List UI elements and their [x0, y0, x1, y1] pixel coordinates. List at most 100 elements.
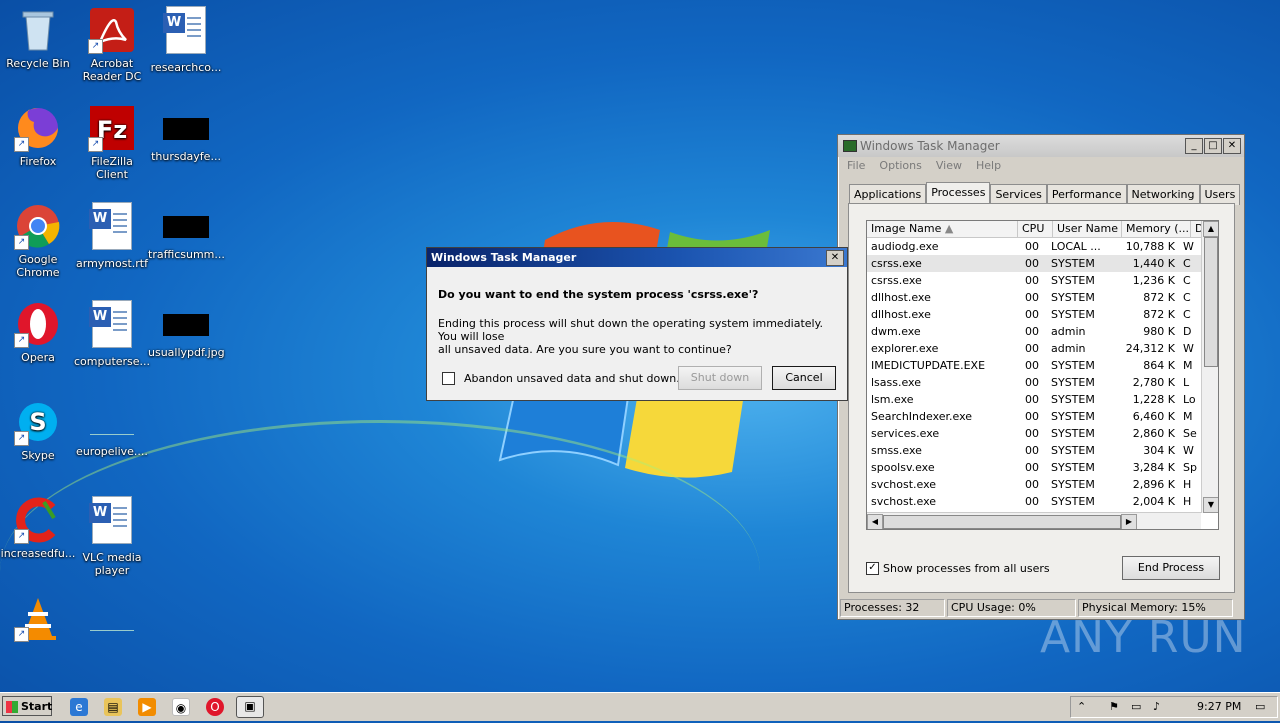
table-row[interactable]: csrss.exe 00 SYSTEM 1,440 K C: [867, 255, 1218, 272]
cell-cpu: 00: [1025, 359, 1039, 372]
vertical-scrollbar[interactable]: ▲ ▼: [1201, 221, 1218, 513]
cell-user: SYSTEM: [1051, 444, 1095, 457]
table-row[interactable]: smss.exe 00 SYSTEM 304 K W: [867, 442, 1218, 459]
table-row[interactable]: svchost.exe 00 SYSTEM 2,004 K H: [867, 493, 1218, 510]
volume-icon[interactable]: ♪: [1153, 700, 1160, 713]
start-button[interactable]: Start: [2, 696, 52, 716]
column-header-image-name[interactable]: Image Name ▲: [867, 221, 1018, 237]
tab-services[interactable]: Services: [990, 184, 1047, 205]
desktop-icon-chrome[interactable]: ↗ Google Chrome: [0, 202, 76, 279]
cell-name: csrss.exe: [871, 274, 922, 287]
desktop-icon-opera[interactable]: ↗ Opera: [0, 300, 76, 364]
cell-name: services.exe: [871, 427, 940, 440]
desktop-icon-europelive[interactable]: europelive....: [74, 398, 150, 458]
table-row[interactable]: lsass.exe 00 SYSTEM 2,780 K L: [867, 374, 1218, 391]
scroll-right-icon[interactable]: ▶: [1121, 514, 1137, 529]
table-row[interactable]: services.exe 00 SYSTEM 2,860 K Se: [867, 425, 1218, 442]
status-processes: Processes: 32: [840, 599, 945, 617]
desktop-icon-thursdayfe[interactable]: thursdayfe...: [148, 104, 224, 163]
network-icon[interactable]: ▭: [1131, 700, 1141, 713]
table-row[interactable]: spoolsv.exe 00 SYSTEM 3,284 K Sp: [867, 459, 1218, 476]
cell-mem: 1,228 K: [1132, 393, 1175, 406]
scroll-left-icon[interactable]: ◀: [867, 514, 883, 529]
process-table[interactable]: Image Name ▲ CPU User Name Memory (... D…: [866, 220, 1219, 530]
shutdown-button[interactable]: Shut down: [678, 366, 762, 390]
table-row[interactable]: SearchIndexer.exe 00 SYSTEM 6,460 K M: [867, 408, 1218, 425]
abandon-data-checkbox[interactable]: [442, 372, 455, 385]
skype-icon: S ↗: [14, 398, 62, 446]
cell-cpu: 00: [1025, 274, 1039, 287]
dialog-titlebar[interactable]: Windows Task Manager ✕: [427, 248, 847, 267]
show-hidden-icons-icon[interactable]: ⌃: [1077, 700, 1086, 713]
cancel-button[interactable]: Cancel: [772, 366, 836, 390]
scroll-thumb-horizontal[interactable]: [883, 515, 1121, 529]
tab-networking[interactable]: Networking: [1126, 184, 1200, 205]
horizontal-scrollbar[interactable]: ◀ ▶: [867, 512, 1201, 529]
internet-explorer-icon[interactable]: e: [70, 698, 88, 716]
desktop-icon-ccleaner[interactable]: ↗ increasedfu...: [0, 496, 76, 560]
desktop-icon-label: thursdayfe...: [151, 150, 221, 163]
redacted-thumbnail-icon: [163, 216, 209, 238]
desktop-icon-firefox[interactable]: ↗ Firefox: [0, 104, 76, 168]
chrome-taskbar-icon[interactable]: ◉: [172, 698, 190, 716]
file-explorer-icon[interactable]: ▤: [104, 698, 122, 716]
menu-view[interactable]: View: [936, 157, 962, 175]
table-row[interactable]: lsm.exe 00 SYSTEM 1,228 K Lo: [867, 391, 1218, 408]
table-row[interactable]: csrss.exe 00 SYSTEM 1,236 K C: [867, 272, 1218, 289]
cell-mem: 872 K: [1143, 291, 1175, 304]
desktop-icon-increasedfu[interactable]: W VLC media player: [74, 496, 150, 577]
task-manager-taskbar-icon[interactable]: ▣: [236, 696, 264, 718]
cell-user: SYSTEM: [1051, 495, 1095, 508]
scroll-up-icon[interactable]: ▲: [1203, 221, 1218, 237]
table-row[interactable]: dllhost.exe 00 SYSTEM 872 K C: [867, 306, 1218, 323]
end-process-confirm-dialog[interactable]: Windows Task Manager ✕ Do you want to en…: [426, 247, 848, 401]
desktop-icon-recycle-bin[interactable]: Recycle Bin: [0, 6, 76, 70]
show-all-processes-row[interactable]: ✓ Show processes from all users: [866, 562, 1050, 575]
table-row[interactable]: svchost.exe 00 SYSTEM 2,896 K H: [867, 476, 1218, 493]
end-process-button[interactable]: End Process: [1122, 556, 1220, 580]
tab-applications[interactable]: Applications: [849, 184, 927, 205]
maximize-button[interactable]: □: [1204, 138, 1222, 154]
column-header-memory[interactable]: Memory (...: [1122, 221, 1191, 237]
desktop-icon-jobscountri[interactable]: [74, 594, 150, 641]
minimize-button[interactable]: _: [1185, 138, 1203, 154]
desktop-icon-acrobat[interactable]: ↗ Acrobat Reader DC: [74, 6, 150, 83]
table-row[interactable]: explorer.exe 00 admin 24,312 K W: [867, 340, 1218, 357]
desktop-icon-vlc[interactable]: ↗: [0, 594, 76, 645]
cell-cpu: 00: [1025, 410, 1039, 423]
clock[interactable]: 9:27 PM: [1197, 700, 1241, 713]
tab-performance[interactable]: Performance: [1046, 184, 1127, 205]
task-manager-window[interactable]: Windows Task Manager _ □ ✕ File Options …: [837, 134, 1245, 620]
column-header-user-name[interactable]: User Name: [1053, 221, 1122, 237]
desktop-icon-filezilla[interactable]: Fz ↗ FileZilla Client: [74, 104, 150, 181]
table-row[interactable]: dllhost.exe 00 SYSTEM 872 K C: [867, 289, 1218, 306]
desktop-icon-trafficsumm[interactable]: trafficsumm...: [148, 202, 225, 261]
close-button[interactable]: ✕: [1223, 138, 1241, 154]
show-all-processes-checkbox[interactable]: ✓: [866, 562, 879, 575]
acrobat-reader-icon: ↗: [88, 6, 136, 54]
opera-taskbar-icon[interactable]: O: [206, 698, 224, 716]
table-row[interactable]: dwm.exe 00 admin 980 K D: [867, 323, 1218, 340]
desktop-icon-usuallypdf[interactable]: usuallypdf.jpg: [148, 300, 225, 359]
cell-name: explorer.exe: [871, 342, 939, 355]
desktop-icon-armymost[interactable]: W armymost.rtf: [74, 202, 150, 270]
abandon-data-row[interactable]: Abandon unsaved data and shut down.: [442, 372, 680, 385]
desktop-icon-researchco[interactable]: W researchco...: [148, 6, 224, 74]
media-player-icon[interactable]: ▶: [138, 698, 156, 716]
desktop-icon-computerse[interactable]: W computerse...: [74, 300, 150, 368]
tab-users[interactable]: Users: [1199, 184, 1241, 205]
scroll-down-icon[interactable]: ▼: [1203, 497, 1218, 513]
menu-options[interactable]: Options: [879, 157, 921, 175]
column-header-cpu[interactable]: CPU: [1018, 221, 1053, 237]
table-row[interactable]: audiodg.exe 00 LOCAL ... 10,788 K W: [867, 238, 1218, 255]
show-desktop-icon[interactable]: ▭: [1255, 700, 1265, 713]
cell-d: D: [1183, 325, 1192, 338]
action-center-flag-icon[interactable]: ⚑: [1109, 700, 1119, 713]
task-manager-titlebar[interactable]: Windows Task Manager _ □ ✕: [838, 135, 1244, 157]
desktop-icon-skype[interactable]: S ↗ Skype: [0, 398, 76, 462]
dialog-close-button[interactable]: ✕: [826, 250, 844, 266]
table-row[interactable]: IMEDICTUPDATE.EXE 00 SYSTEM 864 K M: [867, 357, 1218, 374]
menu-help[interactable]: Help: [976, 157, 1001, 175]
menu-file[interactable]: File: [847, 157, 865, 175]
scroll-thumb[interactable]: [1204, 237, 1218, 367]
